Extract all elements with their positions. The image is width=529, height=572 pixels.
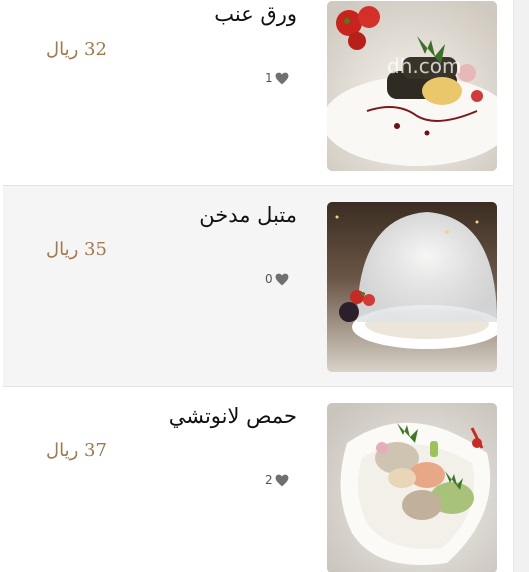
like-button[interactable]: 1 bbox=[265, 71, 289, 85]
like-count: 0 bbox=[265, 272, 273, 286]
menu-list: dh.com ورق عنب 32 ريال 1 متبل مدخن 35 ري… bbox=[3, 0, 513, 572]
dish-name: متبل مدخن bbox=[199, 203, 297, 227]
vine-leaves-photo: dh.com bbox=[327, 1, 497, 171]
like-button[interactable]: 2 bbox=[265, 473, 289, 487]
dish-photo[interactable]: dh.com bbox=[327, 1, 497, 171]
menu-item-smoked-mutabal[interactable]: متبل مدخن 35 ريال 0 bbox=[3, 186, 513, 387]
like-count: 1 bbox=[265, 71, 273, 85]
scrollbar-thumb[interactable] bbox=[517, 0, 526, 572]
like-button[interactable]: 0 bbox=[265, 272, 289, 286]
dish-price: 35 ريال bbox=[46, 239, 107, 260]
dish-photo[interactable] bbox=[327, 202, 497, 372]
like-count: 2 bbox=[265, 473, 273, 487]
dish-photo[interactable] bbox=[327, 403, 497, 572]
scrollbar[interactable] bbox=[513, 0, 529, 572]
menu-item-vine-leaves[interactable]: dh.com ورق عنب 32 ريال 1 bbox=[3, 0, 513, 186]
dish-name: حمص لانوتشي bbox=[168, 404, 297, 428]
smoked-mutabal-photo bbox=[327, 202, 497, 372]
dish-price: 37 ريال bbox=[46, 440, 107, 461]
hummus-photo bbox=[327, 403, 497, 572]
heart-icon bbox=[275, 474, 289, 487]
dish-name: ورق عنب bbox=[214, 2, 297, 26]
menu-item-hummus-lanotchi[interactable]: حمص لانوتشي 37 ريال 2 bbox=[3, 387, 513, 572]
photo-watermark: dh.com bbox=[387, 54, 461, 78]
heart-icon bbox=[275, 72, 289, 85]
heart-icon bbox=[275, 273, 289, 286]
dish-price: 32 ريال bbox=[46, 39, 107, 60]
